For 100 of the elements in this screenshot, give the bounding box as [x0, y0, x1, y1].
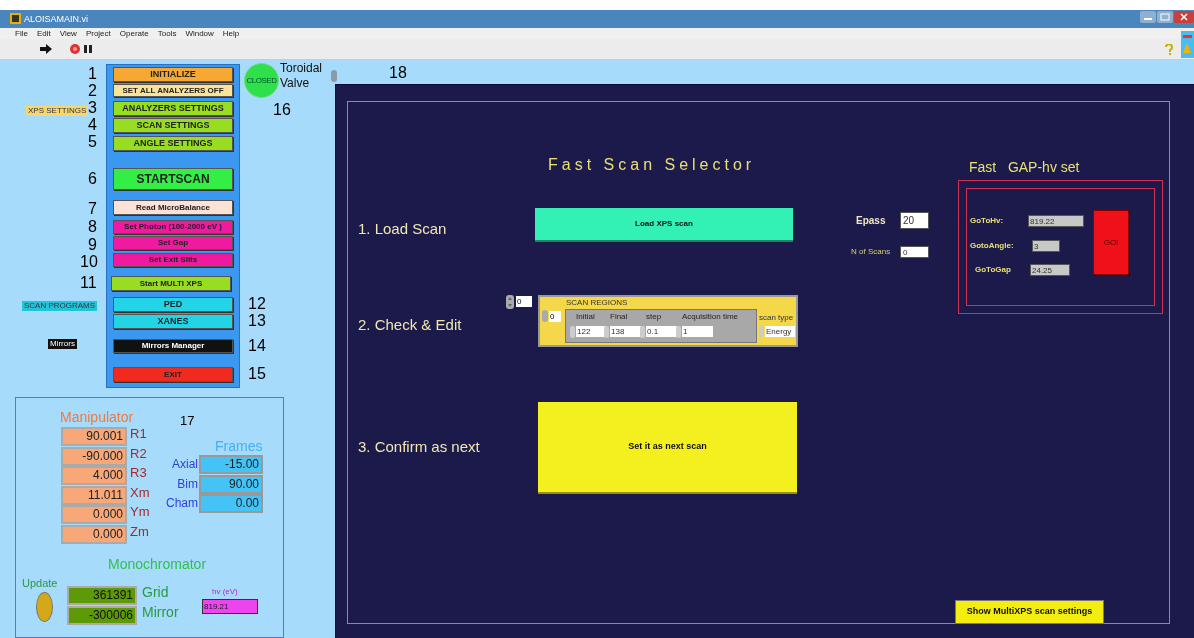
step-label: 3. Confirm as next [358, 437, 480, 457]
value-field[interactable]: 3 [1032, 240, 1060, 252]
value-field[interactable]: 138 [610, 326, 641, 337]
confirm-button[interactable]: Set it as next scan [538, 402, 797, 494]
step-number: 7 [88, 200, 97, 217]
field-label: Epass [856, 214, 886, 228]
help-icon[interactable] [1165, 44, 1173, 56]
step-number: 11 [80, 274, 97, 291]
field-label: GoToGap [975, 265, 1011, 275]
panel-title: Frames [215, 438, 263, 454]
section-label: XPS SETTINGS [26, 106, 89, 116]
axis-label: Ym [130, 504, 150, 519]
panel-button[interactable]: XANES [113, 314, 233, 329]
panel-button[interactable]: SET ALL ANALYZERS OFF [113, 84, 233, 97]
field-label: GotoAngle: [970, 241, 1014, 251]
value-field: 4.000 [61, 466, 127, 485]
panel-button[interactable]: PED [113, 297, 233, 312]
panel-button[interactable]: Mirrors Manager [113, 339, 233, 353]
panel-button[interactable]: EXIT [113, 367, 233, 382]
run-arrow-icon[interactable] [40, 44, 52, 54]
menu-item[interactable]: Help [222, 28, 240, 39]
column-header: Final [610, 312, 628, 322]
abort-icon[interactable] [70, 44, 80, 54]
value-field: 0.00 [199, 494, 263, 513]
step-number: 6 [88, 170, 97, 187]
menu-item[interactable]: File [15, 28, 28, 39]
step-number: 15 [248, 365, 266, 382]
valve-label: Toroidal Valve [280, 61, 324, 91]
step-label: 2. Check & Edit [358, 315, 462, 335]
panel-title: Manipulator [60, 409, 134, 425]
step-number: 5 [88, 133, 97, 150]
section-label: SCAN PROGRAMS [22, 301, 98, 311]
index-field[interactable]: 0 [516, 296, 532, 307]
panel-button[interactable]: ANALYZERS SETTINGS [113, 101, 233, 116]
menu-item[interactable]: View [59, 28, 77, 39]
value-field: -15.00 [199, 455, 263, 474]
panel-button[interactable]: Set Exit Slits [113, 253, 233, 267]
menu-item[interactable]: Window [185, 28, 214, 39]
value-field: 90.001 [61, 427, 127, 446]
step-number: 1 [88, 65, 97, 82]
value-field[interactable]: 819.22 [1028, 215, 1084, 227]
settings-button[interactable]: Show MultiXPS scan settings [955, 600, 1104, 624]
step-number: 3 [88, 99, 97, 116]
scan-type-field[interactable]: Energy [765, 326, 795, 337]
app-icon [10, 13, 21, 24]
step-number: 10 [80, 253, 98, 270]
load-scan-button[interactable]: Load XPS scan [535, 208, 793, 242]
minimize-icon[interactable] [1140, 11, 1156, 23]
scans-field[interactable]: 0 [900, 246, 929, 258]
value-field[interactable]: 0.1 [646, 326, 677, 337]
index-field[interactable]: 0 [549, 311, 561, 322]
switch-label: Update [22, 577, 58, 590]
pause-icon[interactable] [84, 45, 92, 53]
knob-icon[interactable] [331, 70, 337, 82]
column-header: Initial [576, 312, 595, 322]
close-icon[interactable] [1174, 11, 1194, 23]
menu-item[interactable]: Tools [157, 28, 177, 39]
section-title: Fast Scan Selector [548, 155, 756, 175]
step-number: 2 [88, 82, 97, 99]
menu-item[interactable]: Operate [119, 28, 149, 39]
field-label: scan type [759, 313, 794, 323]
step-number: 17 [180, 413, 195, 428]
frame-label: Axial [171, 457, 198, 472]
value-field: 361391 [67, 586, 137, 605]
step-number: 9 [88, 236, 97, 253]
epass-field[interactable]: 20 [900, 212, 929, 229]
vi-icon [1181, 31, 1194, 58]
panel-button[interactable]: STARTSCAN [113, 168, 233, 190]
axis-label: Xm [130, 485, 150, 500]
step-label: 1. Load Scan [358, 219, 447, 239]
value-field: 11.011 [61, 486, 127, 505]
field-label: GoToHv: [970, 216, 1004, 226]
panel-button[interactable]: Start MULTI XPS [111, 276, 231, 291]
value-field[interactable]: 24.25 [1030, 264, 1070, 276]
value-field: -90.000 [61, 447, 127, 466]
panel-button[interactable]: Read MicroBalance [113, 200, 233, 215]
field-label: hv (eV) [212, 587, 238, 597]
panel-button[interactable]: INITIALIZE [113, 67, 233, 82]
frame-label: Bim [176, 476, 198, 492]
value-field[interactable]: 1 [682, 326, 713, 337]
value-field: -300006 [67, 606, 137, 625]
menu-item[interactable]: Project [85, 28, 111, 39]
maximize-icon[interactable] [1157, 11, 1173, 23]
axis-label: R1 [130, 426, 147, 441]
panel-button[interactable]: Set Gap [113, 236, 233, 250]
panel-button[interactable]: ANGLE SETTINGS [113, 136, 233, 151]
column-header: Acquisition time [682, 312, 739, 322]
value-field: 0.000 [61, 505, 127, 524]
menu-item[interactable]: Edit [36, 28, 51, 39]
axis-label: Grid [142, 584, 169, 600]
window-title: ALOISAMAIN.vi [24, 13, 88, 25]
column-header: step [646, 312, 662, 322]
section-title: Fast GAP-hv set [969, 158, 1080, 177]
step-number: 18 [389, 64, 407, 81]
spinner-icon[interactable] [506, 295, 514, 309]
cluster-title: SCAN REGIONS [566, 298, 628, 308]
panel-button[interactable]: Set Photon (100-2000 eV ) [113, 220, 233, 234]
panel-button[interactable]: SCAN SETTINGS [113, 118, 233, 133]
axis-label: R3 [130, 465, 147, 480]
hv-field: 819.21 [202, 599, 258, 614]
